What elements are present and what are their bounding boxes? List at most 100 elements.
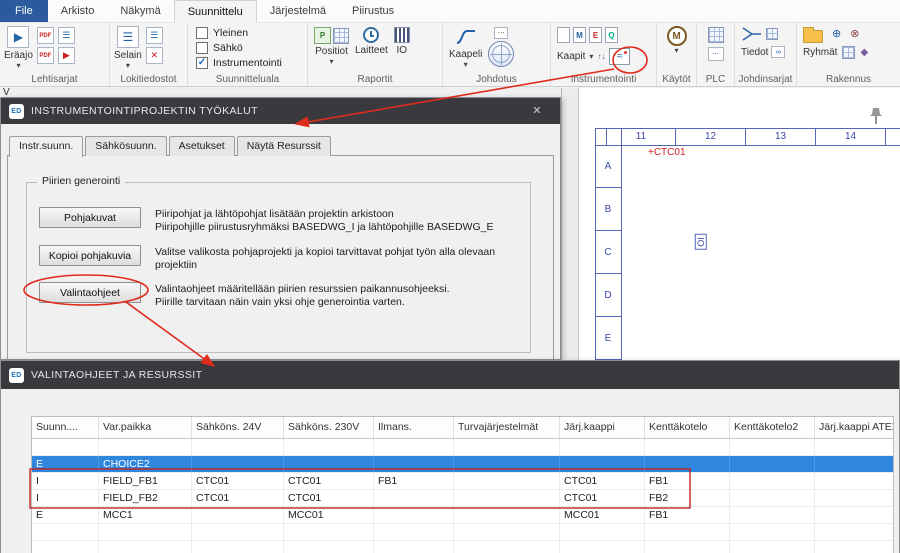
sort-cabinets-icon[interactable]: ↑↓ [597,51,605,62]
plc-io-icon[interactable]: ⋯ [708,47,724,61]
doc-m-icon[interactable]: M [573,27,586,43]
valintaohjeet-button[interactable]: Valintaohjeet [39,282,141,303]
tab-asetukset[interactable]: Asetukset [169,136,235,156]
zones-icon[interactable]: ◆ [860,47,868,58]
dialog-title-bar[interactable]: ED INSTRUMENTOINTIPROJEKTIN TYÖKALUT ✕ [1,98,560,124]
table-cell [454,524,560,540]
doc-e-icon[interactable]: E [589,27,602,43]
dialog-title-bar[interactable]: ED VALINTAOHJEET JA RESURSSIT [1,361,899,389]
table-row[interactable]: EMCC1MCC01MCC01FB1 [32,507,893,524]
tools-dialog-tabs: Instr.suunn. Sähkösuunn. Asetukset Näytä… [9,136,333,156]
eraajo-button[interactable]: ▶ Eräajo ▾ [4,26,33,69]
app-logo-icon: ED [9,368,24,383]
group-label-lehtisarjat: Lehtisarjat [0,74,109,85]
io-button[interactable]: IO [392,26,412,57]
ribbon-group-suunnitteluala: Yleinen Sähkö ✓ Instrumentointi Suunnitt… [188,23,308,86]
column-header[interactable]: Järj.kaappi [560,417,645,438]
laitteet-button[interactable]: Laitteet [353,26,390,57]
drives-button[interactable]: M ▾ [667,26,687,54]
table-cell [454,456,560,472]
table-row[interactable] [32,439,893,456]
checkbox-instrumentointi[interactable]: ✓ Instrumentointi [196,55,282,70]
table-row[interactable]: IFIELD_FB2CTC01CTC01CTC01FB2 [32,490,893,507]
table-cell: CTC01 [560,490,645,506]
frame-line [621,128,622,360]
drawing-canvas[interactable]: 11121314 ABCDE +CTC01 OI [561,88,900,360]
groups-grid-icon[interactable] [842,46,855,59]
plc-rack-icon[interactable] [708,27,724,43]
pohjakuvat-button[interactable]: Pohjakuvat [39,207,141,228]
description-line: projektiin [155,259,495,272]
table-cell [374,490,454,506]
checkbox-box-checked: ✓ [196,57,208,69]
ryhmat-button[interactable]: Ryhmät [803,47,837,58]
table-cell: FB1 [645,507,730,523]
table-cell: E [32,507,99,523]
log-file-icon[interactable]: ☰ [146,27,163,44]
harness-table-icon[interactable] [766,28,778,40]
ribbon-tab-arkisto[interactable]: Arkisto [48,0,108,22]
column-header[interactable]: Kenttäkotelo2 [730,417,815,438]
column-header[interactable]: Sähköns. 230V [284,417,374,438]
pdf-batch-icon[interactable]: PDF [37,47,54,64]
positions-icon: P [314,27,331,44]
tab-instr-suunn[interactable]: Instr.suunn. [9,136,83,157]
table-row[interactable]: ECHOICE2 [32,456,893,473]
document-icon[interactable] [557,27,570,43]
ribbon-tab-piirustus[interactable]: Piirustus [339,0,407,22]
kaapit-button[interactable]: Kaapit [557,51,585,62]
ribbon-tab-järjestelmä[interactable]: Järjestelmä [257,0,339,22]
tab-sahkosuunn[interactable]: Sähkösuunn. [85,136,166,156]
ribbon-tab-näkymä[interactable]: Näkymä [107,0,173,22]
column-header[interactable]: Järj.kaappi ATEX [815,417,894,438]
tab-nayta-resurssit[interactable]: Näytä Resurssit [237,136,331,156]
grid-row-label: C [595,231,621,274]
table-cell [560,439,645,455]
folder-icon[interactable] [803,30,823,43]
table-cell [815,456,894,472]
grid-column-label: 11 [606,128,676,145]
sheet-list-icon[interactable]: ☰ [58,27,75,44]
positiot-button[interactable]: P Positiot ▾ [312,26,351,66]
table-cell: I [32,490,99,506]
pdf-icon[interactable]: PDF [37,27,54,44]
table-row[interactable] [32,524,893,541]
table-cell [284,541,374,553]
ribbon-tab-suunnittelu[interactable]: Suunnittelu [174,0,257,23]
close-icon[interactable]: ✕ [522,98,552,124]
ribbon-tab-file[interactable]: File [0,0,48,22]
table-row[interactable]: IFIELD_FB1CTC01CTC01FB1CTC01FB1 [32,473,893,490]
column-header[interactable]: Kenttäkotelo [645,417,730,438]
pushpin-icon[interactable] [867,106,885,126]
harness-icon[interactable] [741,26,763,42]
delete-log-icon[interactable]: ✕ [146,47,163,64]
add-item-icon[interactable]: ⊕ [832,29,841,40]
column-header[interactable]: Sähköns. 24V [192,417,284,438]
instrument-drawing-icon[interactable]: ≈ [609,48,630,65]
remove-item-icon[interactable]: ⊗ [850,29,859,40]
groupbox-legend: Piirien generointi [37,175,125,187]
table-cell: E [32,456,99,472]
column-header[interactable]: Turvajärjestelmät [454,417,560,438]
grid-row-label: D [595,274,621,317]
ribbon-group-plc: ⋯ PLC [697,23,735,86]
route-icon[interactable]: ⋯ [494,27,508,39]
table-row[interactable] [32,541,893,553]
sheet-export-icon[interactable]: ▶ [58,47,75,64]
selain-button[interactable]: ☰ Selain ▾ [114,26,142,69]
column-header[interactable]: Suunn.... [32,417,99,438]
positiot-label: Positiot [315,46,348,57]
tiedot-button[interactable]: Tiedot ∞ [741,46,785,58]
checkbox-sahko[interactable]: Sähkö [196,40,243,55]
column-header[interactable]: Ilmans. [374,417,454,438]
pdf-glyph: PDF [39,33,51,39]
table-cell [730,507,815,523]
play-glyph: ▶ [63,50,70,61]
checkbox-yleinen[interactable]: Yleinen [196,25,248,40]
grid-globe-icon[interactable] [488,41,514,67]
kaapeli-button[interactable]: Kaapeli ▾ [447,26,484,69]
column-header[interactable]: Var.paikka [99,417,192,438]
group-label-johdinsarjat: Johdinsarjat [735,74,796,85]
kopioi-pohjakuvia-button[interactable]: Kopioi pohjakuvia [39,245,141,266]
doc-q-icon[interactable]: Q [605,27,618,43]
